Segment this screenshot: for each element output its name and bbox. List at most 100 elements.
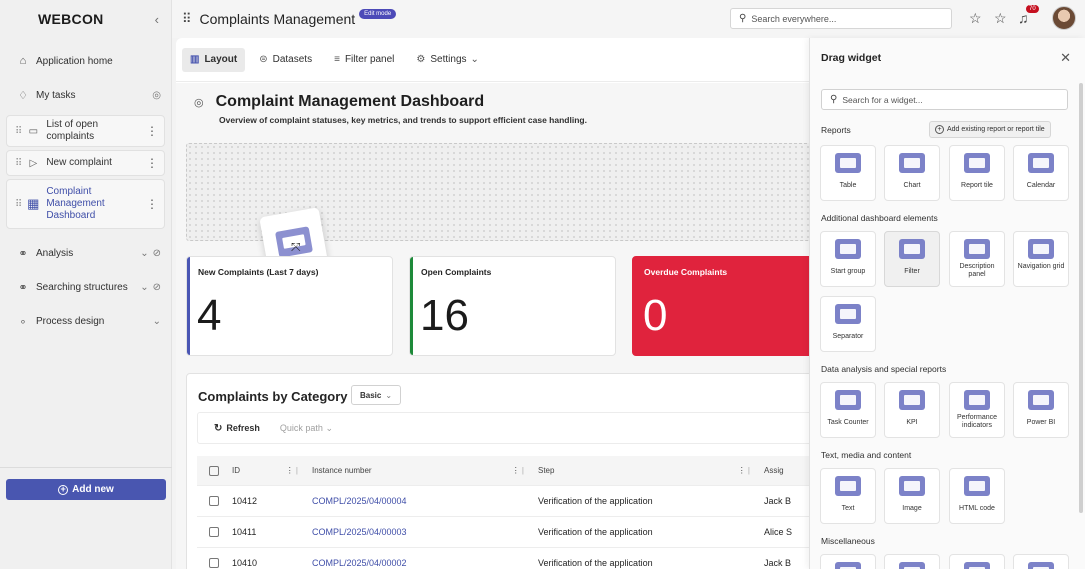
row-checkbox[interactable] [209, 527, 219, 537]
chevron-down-icon[interactable]: ⌄ [140, 248, 148, 259]
cell-instance-number[interactable]: COMPL/2025/04/00004 [312, 496, 538, 506]
drag-widget-panel: Drag widget ✕ ⚲ Search for a widget... R… [809, 38, 1085, 569]
add-new-button[interactable]: + Add new [6, 479, 166, 500]
widget-misc[interactable] [949, 554, 1005, 569]
search-icon: ⚲ [830, 94, 838, 105]
table-row[interactable]: 10411 COMPL/2025/04/00003 Verification o… [197, 517, 827, 548]
widget-calendar[interactable]: Calendar [1013, 145, 1069, 201]
sidebar-item-list-of-open-complaints[interactable]: ⠿ ▭ List of open complaints ⋮ [6, 115, 165, 147]
column-menu-icon[interactable]: ⋮ | [286, 466, 304, 475]
kpi-new-complaints[interactable]: New Complaints (Last 7 days) 4 [186, 256, 393, 356]
filter-icon: ≡ [334, 54, 340, 65]
column-menu-icon[interactable]: ⋮ | [512, 466, 530, 475]
widget-misc[interactable] [820, 554, 876, 569]
widget-start-group[interactable]: Start group [820, 231, 876, 287]
chevron-left-icon[interactable]: ‹ [155, 12, 159, 27]
report-table: ID ⋮ | Instance number ⋮ | Step ⋮ | Assig 1… [197, 456, 827, 569]
kpi-overdue-complaints[interactable]: Overdue Complaints 0 [632, 256, 839, 356]
power-bi-icon [1028, 390, 1054, 410]
tab-settings[interactable]: ⚙ Settings ⌄ [408, 48, 487, 72]
drag-handle-icon[interactable]: ⠿ [15, 199, 22, 210]
image-icon [899, 476, 925, 496]
chevron-down-icon[interactable]: ⌄ [140, 282, 148, 293]
widget-report-tile[interactable]: Report tile [949, 145, 1005, 201]
view-mode-dropdown[interactable]: Basic ⌄ [351, 385, 402, 405]
widget-text[interactable]: Text [820, 468, 876, 524]
widget-filter[interactable]: Filter [884, 231, 940, 287]
row-checkbox[interactable] [209, 558, 219, 568]
nav-analysis[interactable]: ⚭ Analysis ⌄ ⊘ [0, 236, 171, 270]
column-header-step[interactable]: Step [538, 466, 554, 475]
calendar-icon [1028, 153, 1054, 173]
cell-instance-number[interactable]: COMPL/2025/04/00002 [312, 558, 538, 568]
widget-drop-zone[interactable]: ⤧ [186, 143, 826, 277]
user-avatar[interactable] [1052, 6, 1076, 30]
widget-search-input[interactable]: ⚲ Search for a widget... [821, 89, 1068, 110]
column-header-id[interactable]: ID [232, 466, 240, 475]
widget-misc[interactable] [1013, 554, 1069, 569]
tab-layout[interactable]: ▥ Layout [182, 47, 246, 72]
sidebar-item-new-complaint[interactable]: ⠿ ▷ New complaint ⋮ [6, 150, 165, 176]
more-options-icon[interactable]: ⋮ [146, 197, 158, 211]
widget-misc[interactable] [884, 554, 940, 569]
table-row[interactable]: 10412 COMPL/2025/04/00004 Verification o… [197, 486, 827, 517]
add-existing-report-button[interactable]: + Add existing report or report tile [929, 121, 1051, 138]
widget-kpi[interactable]: KPI [884, 382, 940, 438]
bell-icon: ♢ [18, 89, 28, 102]
cell-instance-number[interactable]: COMPL/2025/04/00003 [312, 527, 538, 537]
drag-handle-icon[interactable]: ⠿ [15, 126, 22, 137]
widget-html-code[interactable]: HTML code [949, 468, 1005, 524]
close-icon[interactable]: ✕ [1060, 50, 1071, 66]
widget-power-bi[interactable]: Power BI [1013, 382, 1069, 438]
widget-separator[interactable]: Separator [820, 296, 876, 352]
chart-icon [899, 153, 925, 173]
nav-searching-structures[interactable]: ⚭ Searching structures ⌄ ⊘ [0, 270, 171, 304]
widget-navigation-grid[interactable]: Navigation grid [1013, 231, 1069, 287]
tab-filter-panel[interactable]: ≡ Filter panel [326, 48, 402, 72]
eye-icon[interactable]: ◎ [152, 90, 161, 101]
drag-handle-icon[interactable]: ⠿ [15, 158, 22, 169]
kpi-open-complaints[interactable]: Open Complaints 16 [409, 256, 616, 356]
app-launcher-icon[interactable]: ⠿ [182, 11, 192, 27]
nav-application-home[interactable]: ⌂ Application home [0, 44, 171, 78]
eye-icon[interactable]: ◎ [194, 96, 204, 109]
tab-datasets[interactable]: ⊜ Datasets [251, 48, 320, 72]
widget-performance-indicators[interactable]: Performance indicators [949, 382, 1005, 438]
eye-off-icon[interactable]: ⊘ [153, 282, 161, 293]
misc-widget-icon [899, 562, 925, 569]
dashboard-title: Complaint Management Dashboard [215, 93, 485, 110]
nav-my-tasks[interactable]: ♢ My tasks ◎ [0, 78, 171, 112]
task-counter-icon [835, 390, 861, 410]
row-checkbox[interactable] [209, 496, 219, 506]
sidebar-item-complaint-management-dashboard[interactable]: ⠿ ▦ Complaint Management Dashboard ⋮ [6, 179, 165, 229]
eye-off-icon[interactable]: ⊘ [153, 248, 161, 259]
refresh-button[interactable]: ↻ Refresh [214, 423, 260, 434]
widget-table[interactable]: Table [820, 145, 876, 201]
widget-description-panel[interactable]: Description panel [949, 231, 1005, 287]
nav-process-design[interactable]: ∘ Process design ⌄ [0, 304, 171, 338]
more-options-icon[interactable]: ⋮ [146, 124, 158, 138]
panel-scrollbar[interactable] [1079, 83, 1083, 513]
quick-path-dropdown[interactable]: Quick path ⌄ [280, 423, 333, 434]
column-menu-icon[interactable]: ⋮ | [738, 466, 756, 475]
kpi-title: Overdue Complaints [644, 267, 728, 277]
cell-step: Verification of the application [538, 558, 653, 568]
global-search-input[interactable]: ⚲ Search everywhere... [730, 8, 952, 29]
chevron-down-icon[interactable]: ⌄ [153, 316, 161, 327]
app-title: Complaints Management [199, 11, 356, 27]
widget-image[interactable]: Image [884, 468, 940, 524]
table-row[interactable]: 10410 COMPL/2025/04/00002 Verification o… [197, 548, 827, 569]
column-header-instance-number[interactable]: Instance number [312, 466, 372, 475]
process-icon: ∘ [19, 315, 27, 328]
more-options-icon[interactable]: ⋮ [146, 156, 158, 170]
widget-chart[interactable]: Chart [884, 145, 940, 201]
favorites-list-icon[interactable]: ☆ [969, 10, 982, 27]
plus-circle-icon: + [58, 484, 69, 495]
section-reports: Reports [821, 125, 851, 135]
select-all-checkbox[interactable] [209, 465, 219, 476]
table-header-row: ID ⋮ | Instance number ⋮ | Step ⋮ | Assig [197, 456, 827, 486]
misc-widget-icon [964, 562, 990, 569]
star-icon[interactable]: ☆ [994, 10, 1007, 27]
widget-task-counter[interactable]: Task Counter [820, 382, 876, 438]
sidebar: WEBCON ‹ ⌂ Application home ♢ My tasks ◎… [0, 0, 172, 569]
